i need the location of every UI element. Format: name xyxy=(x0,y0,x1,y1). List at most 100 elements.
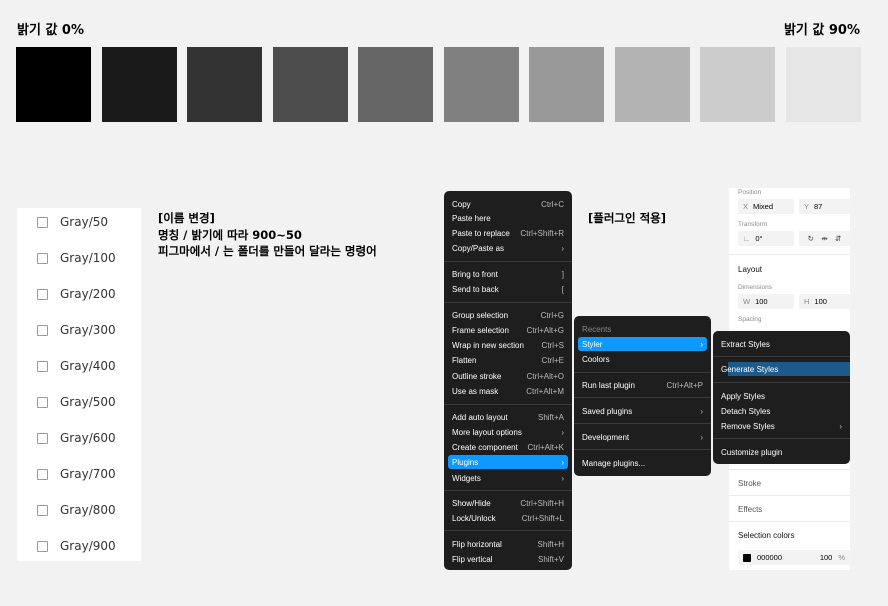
menu-item-styler[interactable]: Styler › xyxy=(578,337,707,351)
checkbox[interactable] xyxy=(37,216,48,228)
flip-horizontal-icon[interactable]: ⇹ xyxy=(821,234,827,243)
checkbox[interactable] xyxy=(37,432,48,444)
shortcut: Ctrl+Shift+R xyxy=(520,228,564,238)
menu-item-more-layout[interactable]: More layout options › xyxy=(448,425,568,439)
menu-label: Generate Styles xyxy=(721,364,779,374)
menu-item-run-last-plugin[interactable]: Run last plugin Ctrl+Alt+P xyxy=(578,378,707,392)
rotation-field[interactable]: ∟ 0° xyxy=(738,231,794,246)
menu-item-lock-unlock[interactable]: Lock/Unlock Ctrl+Shift+L xyxy=(448,511,568,525)
divider xyxy=(729,495,850,496)
field-key: H xyxy=(804,297,810,306)
list-item[interactable]: Gray/50 xyxy=(17,212,141,232)
height-field[interactable]: H 100 xyxy=(799,294,850,309)
menu-label: Wrap in new section xyxy=(452,340,524,350)
rotate-icon[interactable]: ↻ xyxy=(808,234,814,243)
menu-item-apply-styles[interactable]: Apply Styles xyxy=(717,389,846,403)
menu-item-paste-here[interactable]: Paste here xyxy=(448,211,568,225)
section-title-effects[interactable]: Effects xyxy=(738,505,762,514)
context-menu: Copy Ctrl+C Paste here Paste to replace Ct… xyxy=(444,191,572,570)
list-item[interactable]: Gray/300 xyxy=(17,320,141,340)
menu-item-generate-styles[interactable]: Generate Styles xyxy=(721,362,850,376)
menu-item-remove-styles[interactable]: Remove Styles › xyxy=(717,419,846,433)
menu-item-use-mask[interactable]: Use as mask Ctrl+Alt+M xyxy=(448,384,568,398)
menu-item-plugins[interactable]: Plugins › xyxy=(448,455,568,469)
menu-item-extract-styles[interactable]: Extract Styles xyxy=(717,337,846,351)
shortcut: Ctrl+E xyxy=(541,355,564,365)
menu-item-outline-stroke[interactable]: Outline stroke Ctrl+Alt+O xyxy=(448,369,568,383)
color-chip[interactable] xyxy=(743,553,751,562)
menu-item-customize-plugin[interactable]: Customize plugin xyxy=(717,445,846,459)
menu-item-widgets[interactable]: Widgets › xyxy=(448,471,568,485)
list-item[interactable]: Gray/500 xyxy=(17,392,141,412)
menu-item-flip-horizontal[interactable]: Flip horizontal Shift+H xyxy=(448,537,568,551)
menu-item-flip-vertical[interactable]: Flip vertical Shift+V xyxy=(448,552,568,566)
checkbox[interactable] xyxy=(37,360,48,372)
color-swatch xyxy=(785,47,861,122)
divider xyxy=(574,423,711,424)
shortcut: Ctrl+Alt+M xyxy=(526,386,564,396)
menu-label: Run last plugin xyxy=(582,380,635,390)
list-item[interactable]: Gray/700 xyxy=(17,464,141,484)
divider xyxy=(444,302,572,303)
menu-item-manage-plugins[interactable]: Manage plugins... xyxy=(578,456,707,470)
checkbox[interactable] xyxy=(37,288,48,300)
flip-vertical-icon[interactable]: ⇵ xyxy=(835,234,841,243)
checkbox[interactable] xyxy=(37,396,48,408)
section-title-selection-colors: Selection colors xyxy=(738,531,795,540)
transform-tools: ↻ ⇹ ⇵ xyxy=(799,231,850,246)
chevron-right-icon: › xyxy=(700,339,703,349)
menu-label: Saved plugins xyxy=(582,406,633,416)
menu-item-send-back[interactable]: Send to back [ xyxy=(448,282,568,296)
menu-item-copy[interactable]: Copy Ctrl+C xyxy=(448,197,568,211)
chevron-right-icon: › xyxy=(561,457,564,467)
shortcut: Ctrl+Alt+P xyxy=(666,380,703,390)
menu-label: Recents xyxy=(582,324,612,334)
style-name: Gray/500 xyxy=(60,395,116,409)
menu-item-copy-paste-as[interactable]: Copy/Paste as › xyxy=(448,241,568,255)
menu-item-paste-replace[interactable]: Paste to replace Ctrl+Shift+R xyxy=(448,226,568,240)
menu-item-create-component[interactable]: Create component Ctrl+Alt+K xyxy=(448,440,568,454)
list-item[interactable]: Gray/900 xyxy=(17,536,141,556)
color-field[interactable]: 000000 100 % xyxy=(738,550,850,565)
list-item[interactable]: Gray/400 xyxy=(17,356,141,376)
menu-item-show-hide[interactable]: Show/Hide Ctrl+Shift+H xyxy=(448,496,568,510)
menu-label: Manage plugins... xyxy=(582,458,646,468)
menu-item-wrap-section[interactable]: Wrap in new section Ctrl+S xyxy=(448,338,568,352)
checkbox[interactable] xyxy=(37,252,48,264)
shortcut: Ctrl+Shift+H xyxy=(520,498,564,508)
width-field[interactable]: W 100 xyxy=(738,294,794,309)
color-swatch xyxy=(700,47,775,122)
menu-item-frame-selection[interactable]: Frame selection Ctrl+Alt+G xyxy=(448,323,568,337)
field-value: 0° xyxy=(755,234,763,243)
checkbox[interactable] xyxy=(37,324,48,336)
list-item[interactable]: Gray/800 xyxy=(17,500,141,520)
section-title-stroke[interactable]: Stroke xyxy=(738,479,761,488)
menu-label: Paste to replace xyxy=(452,228,510,238)
y-field[interactable]: Y 87 xyxy=(799,199,850,214)
menu-label: Show/Hide xyxy=(452,498,491,508)
menu-item-detach-styles[interactable]: Detach Styles xyxy=(717,404,846,418)
rename-note: [이름 변경] 명칭 / 밝기에 따라 900~50 피그마에서 / 는 폴더를… xyxy=(158,210,377,260)
list-item[interactable]: Gray/600 xyxy=(17,428,141,448)
list-item[interactable]: Gray/200 xyxy=(17,284,141,304)
menu-item-auto-layout[interactable]: Add auto layout Shift+A xyxy=(448,410,568,424)
menu-item-bring-front[interactable]: Bring to front] xyxy=(448,267,568,281)
menu-label: Plugins xyxy=(452,457,479,467)
menu-item-flatten[interactable]: Flatten Ctrl+E xyxy=(448,353,568,367)
brightness-min-label: 밝기 값 0% xyxy=(17,23,85,38)
menu-item-development[interactable]: Development › xyxy=(578,430,707,444)
shortcut: [ xyxy=(561,284,564,294)
menu-item-coolors[interactable]: Coolors xyxy=(578,352,707,366)
divider xyxy=(729,254,850,255)
chevron-right-icon: › xyxy=(561,243,564,253)
percent-sign: % xyxy=(838,553,845,562)
menu-label: Copy xyxy=(452,199,471,209)
menu-item-group-selection[interactable]: Group selection Ctrl+G xyxy=(448,308,568,322)
checkbox[interactable] xyxy=(37,468,48,480)
checkbox[interactable] xyxy=(37,540,48,552)
list-item[interactable]: Gray/100 xyxy=(17,248,141,268)
shortcut: Ctrl+Alt+O xyxy=(526,371,564,381)
menu-item-saved-plugins[interactable]: Saved plugins › xyxy=(578,404,707,418)
x-field[interactable]: X Mixed xyxy=(738,199,794,214)
checkbox[interactable] xyxy=(37,504,48,516)
